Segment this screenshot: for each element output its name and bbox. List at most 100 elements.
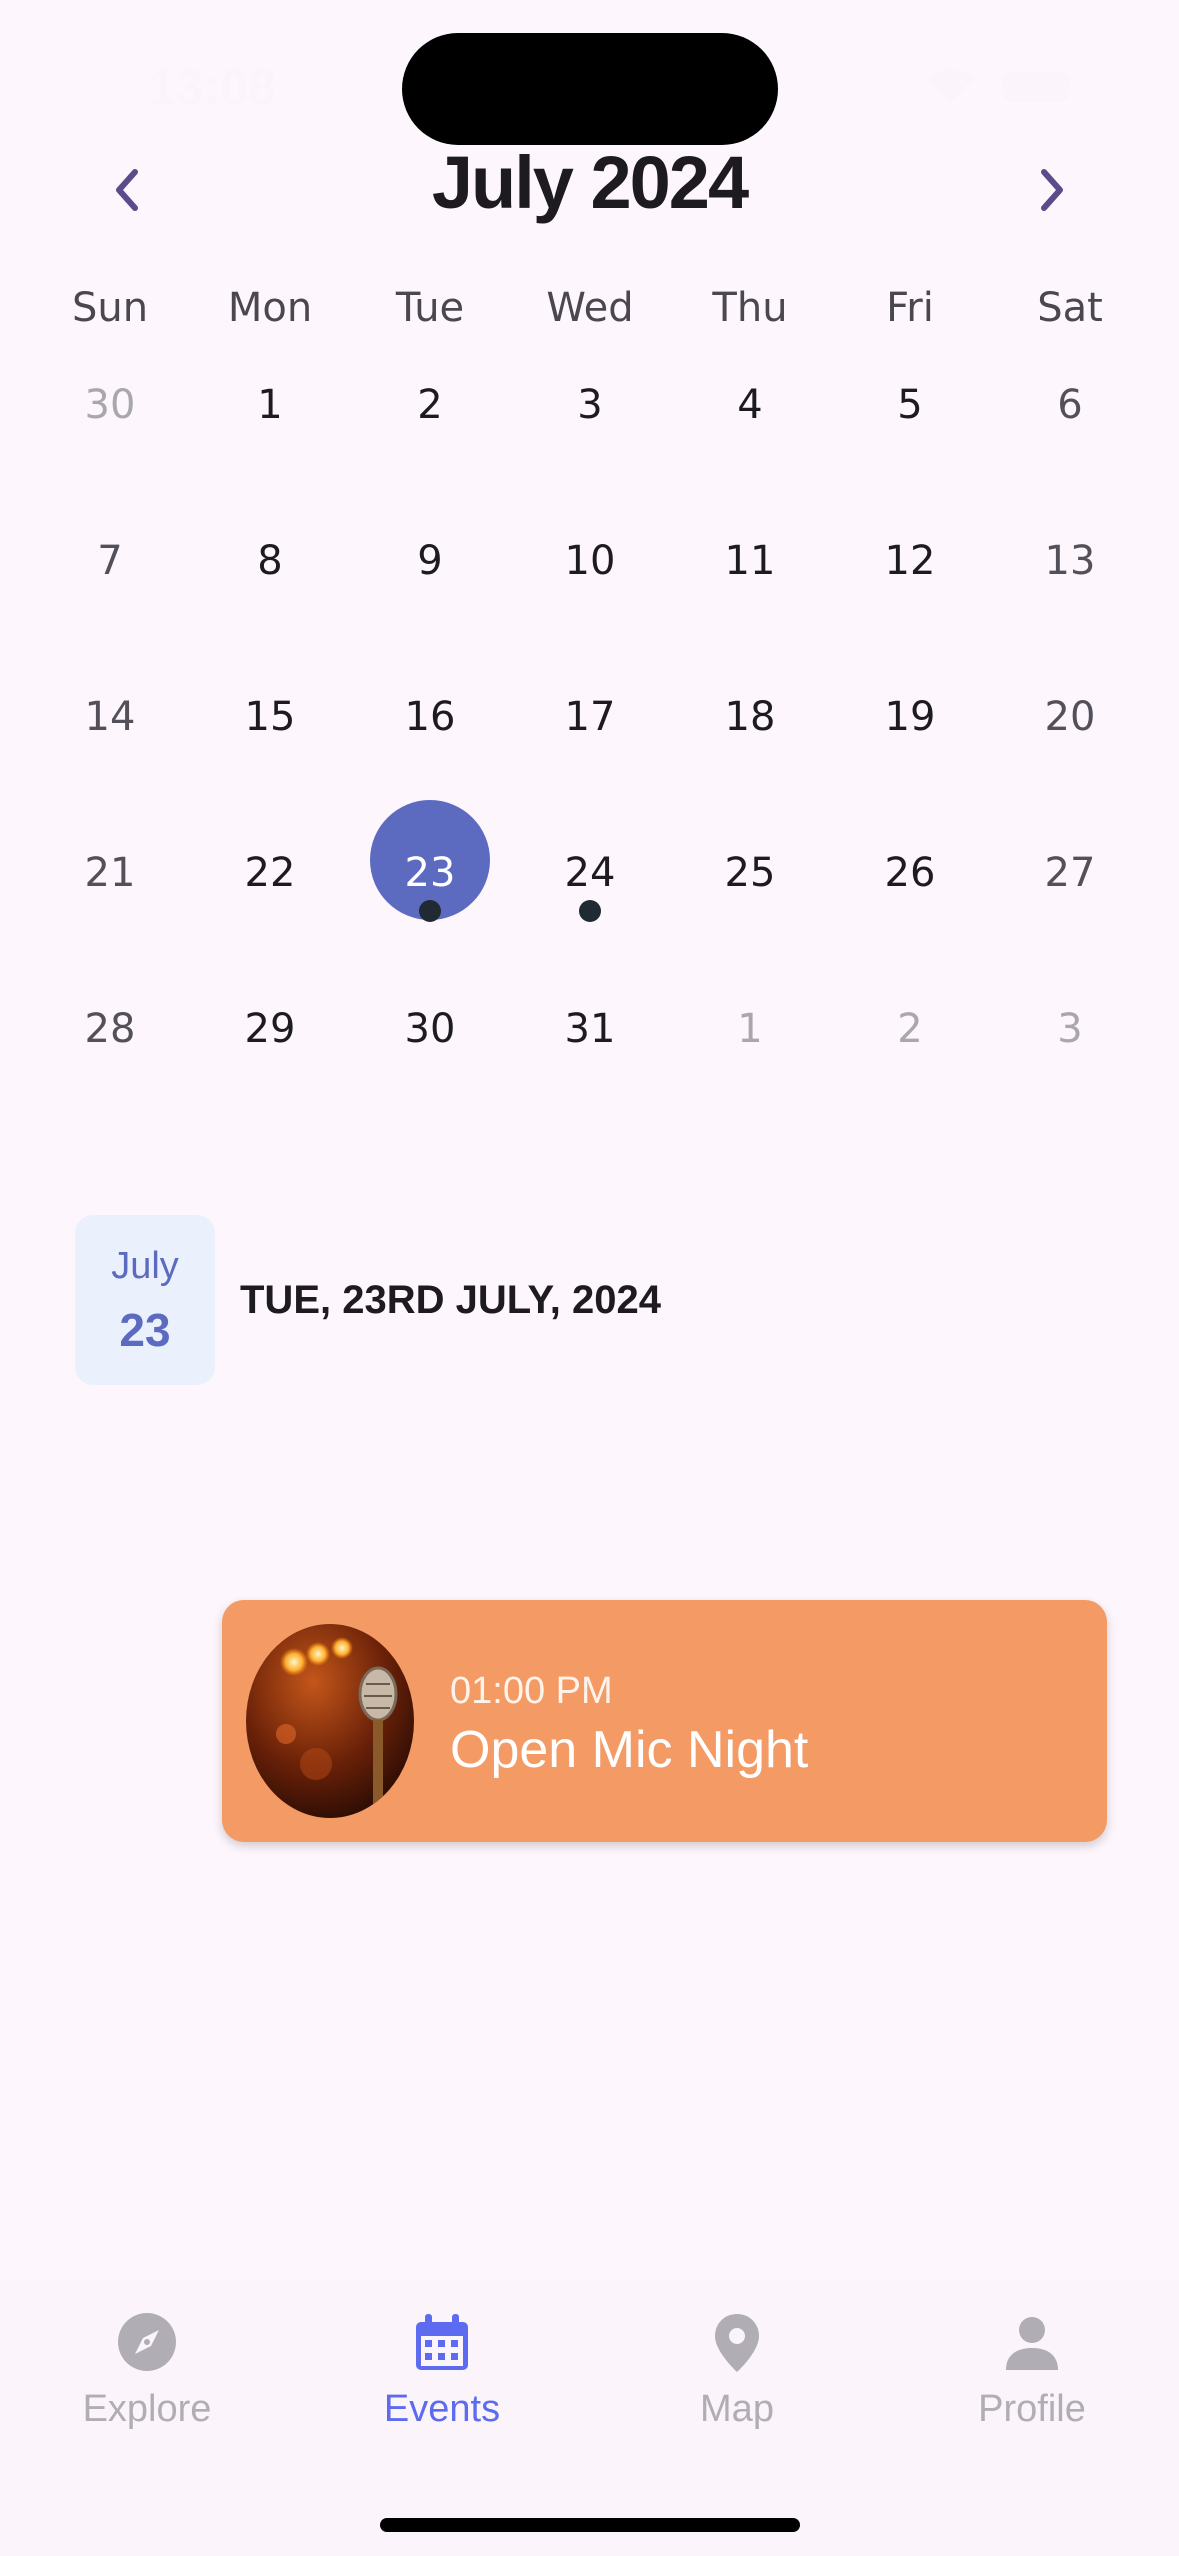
map-pin-icon: [715, 2314, 759, 2372]
day-number: 8: [257, 538, 283, 584]
day-number: 11: [724, 538, 776, 584]
day-number: 3: [1057, 1006, 1083, 1052]
calendar-day[interactable]: 14: [30, 672, 190, 828]
day-number: 10: [564, 538, 616, 584]
event-thumbnail: [246, 1624, 414, 1818]
nav-item-explore[interactable]: Explore: [27, 2310, 267, 2460]
calendar-day[interactable]: 19: [830, 672, 990, 828]
calendar-day[interactable]: 27: [990, 828, 1150, 984]
calendar-day[interactable]: 6: [990, 360, 1150, 516]
event-card[interactable]: 01:00 PM Open Mic Night: [222, 1600, 1107, 1842]
day-number: 26: [884, 850, 936, 896]
nav-item-map[interactable]: Map: [617, 2310, 857, 2460]
day-number: 18: [724, 694, 776, 740]
day-number: 3: [577, 382, 603, 428]
weekday-label: Sun: [71, 285, 149, 331]
week-row: 14 15 16 17 18 19 20: [30, 672, 1150, 828]
event-title: Open Mic Night: [450, 1721, 809, 1779]
day-number: 12: [884, 538, 936, 584]
calendar-day[interactable]: 30: [350, 984, 510, 1140]
day-number: 19: [884, 694, 936, 740]
day-number: 27: [1044, 850, 1096, 896]
wifi-icon: [928, 69, 974, 102]
calendar-day[interactable]: 22: [190, 828, 350, 984]
calendar-day[interactable]: 24: [510, 828, 670, 984]
status-time: 13:08: [148, 59, 276, 115]
battery-icon: [1003, 72, 1069, 102]
home-indicator: [380, 2518, 800, 2532]
nav-label: Map: [700, 2388, 774, 2430]
week-row: 7 8 9 10 11 12 13: [30, 516, 1150, 672]
status-bar: 13:08: [0, 0, 1179, 150]
calendar-day[interactable]: 3: [990, 984, 1150, 1140]
calendar-day[interactable]: 2: [350, 360, 510, 516]
day-number: 5: [897, 382, 923, 428]
week-row: 30 1 2 3 4 5 6: [30, 360, 1150, 516]
calendar-day[interactable]: 1: [190, 360, 350, 516]
day-number: 21: [84, 850, 136, 896]
chevron-right-icon: [1041, 169, 1063, 211]
day-number: 20: [1044, 694, 1096, 740]
day-number: 2: [897, 1006, 923, 1052]
weekday-row: Sun Mon Tue Wed Thu Fri Sat: [30, 285, 1150, 331]
bottom-navigation: Explore Events Map Profile: [0, 2280, 1179, 2556]
calendar-day[interactable]: 7: [30, 516, 190, 672]
day-number: 30: [84, 382, 136, 428]
calendar-day[interactable]: 28: [30, 984, 190, 1140]
calendar-day[interactable]: 8: [190, 516, 350, 672]
calendar-day[interactable]: 3: [510, 360, 670, 516]
day-number: 4: [737, 382, 763, 428]
weekday-label: Tue: [395, 285, 465, 331]
day-number: 16: [404, 694, 456, 740]
calendar-day[interactable]: 9: [350, 516, 510, 672]
day-number: 24: [564, 850, 616, 896]
calendar-day[interactable]: 2: [830, 984, 990, 1140]
calendar-day[interactable]: 31: [510, 984, 670, 1140]
calendar-day[interactable]: 12: [830, 516, 990, 672]
calendar-day[interactable]: 26: [830, 828, 990, 984]
weekday-label: Sat: [1037, 285, 1103, 331]
calendar-day[interactable]: 29: [190, 984, 350, 1140]
weekday-label: Fri: [886, 285, 934, 331]
calendar-day[interactable]: 1: [670, 984, 830, 1140]
event-indicator-dot: [579, 900, 601, 922]
calendar-day[interactable]: 25: [670, 828, 830, 984]
day-number: 1: [737, 1006, 763, 1052]
calendar-day[interactable]: 21: [30, 828, 190, 984]
next-month-button[interactable]: [1013, 150, 1093, 230]
calendar-day-selected[interactable]: 23: [350, 800, 510, 984]
day-number: 28: [84, 1006, 136, 1052]
compass-icon: [118, 2313, 176, 2371]
calendar-day[interactable]: 30: [30, 360, 190, 516]
day-number: 7: [97, 538, 123, 584]
day-number: 25: [724, 850, 776, 896]
day-number: 9: [417, 538, 443, 584]
calendar-day[interactable]: 10: [510, 516, 670, 672]
week-row: 21 22 23 24 25 26 27: [30, 800, 1150, 984]
day-number: 29: [244, 1006, 296, 1052]
nav-item-profile[interactable]: Profile: [912, 2310, 1152, 2460]
day-number: 6: [1057, 382, 1083, 428]
calendar-day[interactable]: 18: [670, 672, 830, 828]
day-number: 23: [404, 850, 456, 896]
nav-item-events[interactable]: Events: [322, 2310, 562, 2460]
calendar-header: July 2024: [0, 140, 1179, 240]
calendar-day[interactable]: 15: [190, 672, 350, 828]
calendar-day[interactable]: 17: [510, 672, 670, 828]
calendar-day[interactable]: 20: [990, 672, 1150, 828]
calendar-day[interactable]: 13: [990, 516, 1150, 672]
calendar-day[interactable]: 11: [670, 516, 830, 672]
weekday-label: Wed: [546, 285, 634, 331]
calendar-day[interactable]: 5: [830, 360, 990, 516]
calendar-icon: [416, 2314, 468, 2370]
calendar-day[interactable]: 4: [670, 360, 830, 516]
day-number: 30: [404, 1006, 456, 1052]
day-number: 15: [244, 694, 296, 740]
calendar-grid: 30 1 2 3 4 5 6 7 8 9 10 11 12 13 14 15 1…: [30, 360, 1150, 1140]
nav-label: Events: [383, 2388, 501, 2430]
event-indicator-dot: [419, 900, 441, 922]
badge-day: 23: [119, 1304, 171, 1356]
nav-label: Explore: [82, 2388, 212, 2430]
day-number: 1: [257, 382, 283, 428]
dynamic-island: [402, 33, 778, 145]
